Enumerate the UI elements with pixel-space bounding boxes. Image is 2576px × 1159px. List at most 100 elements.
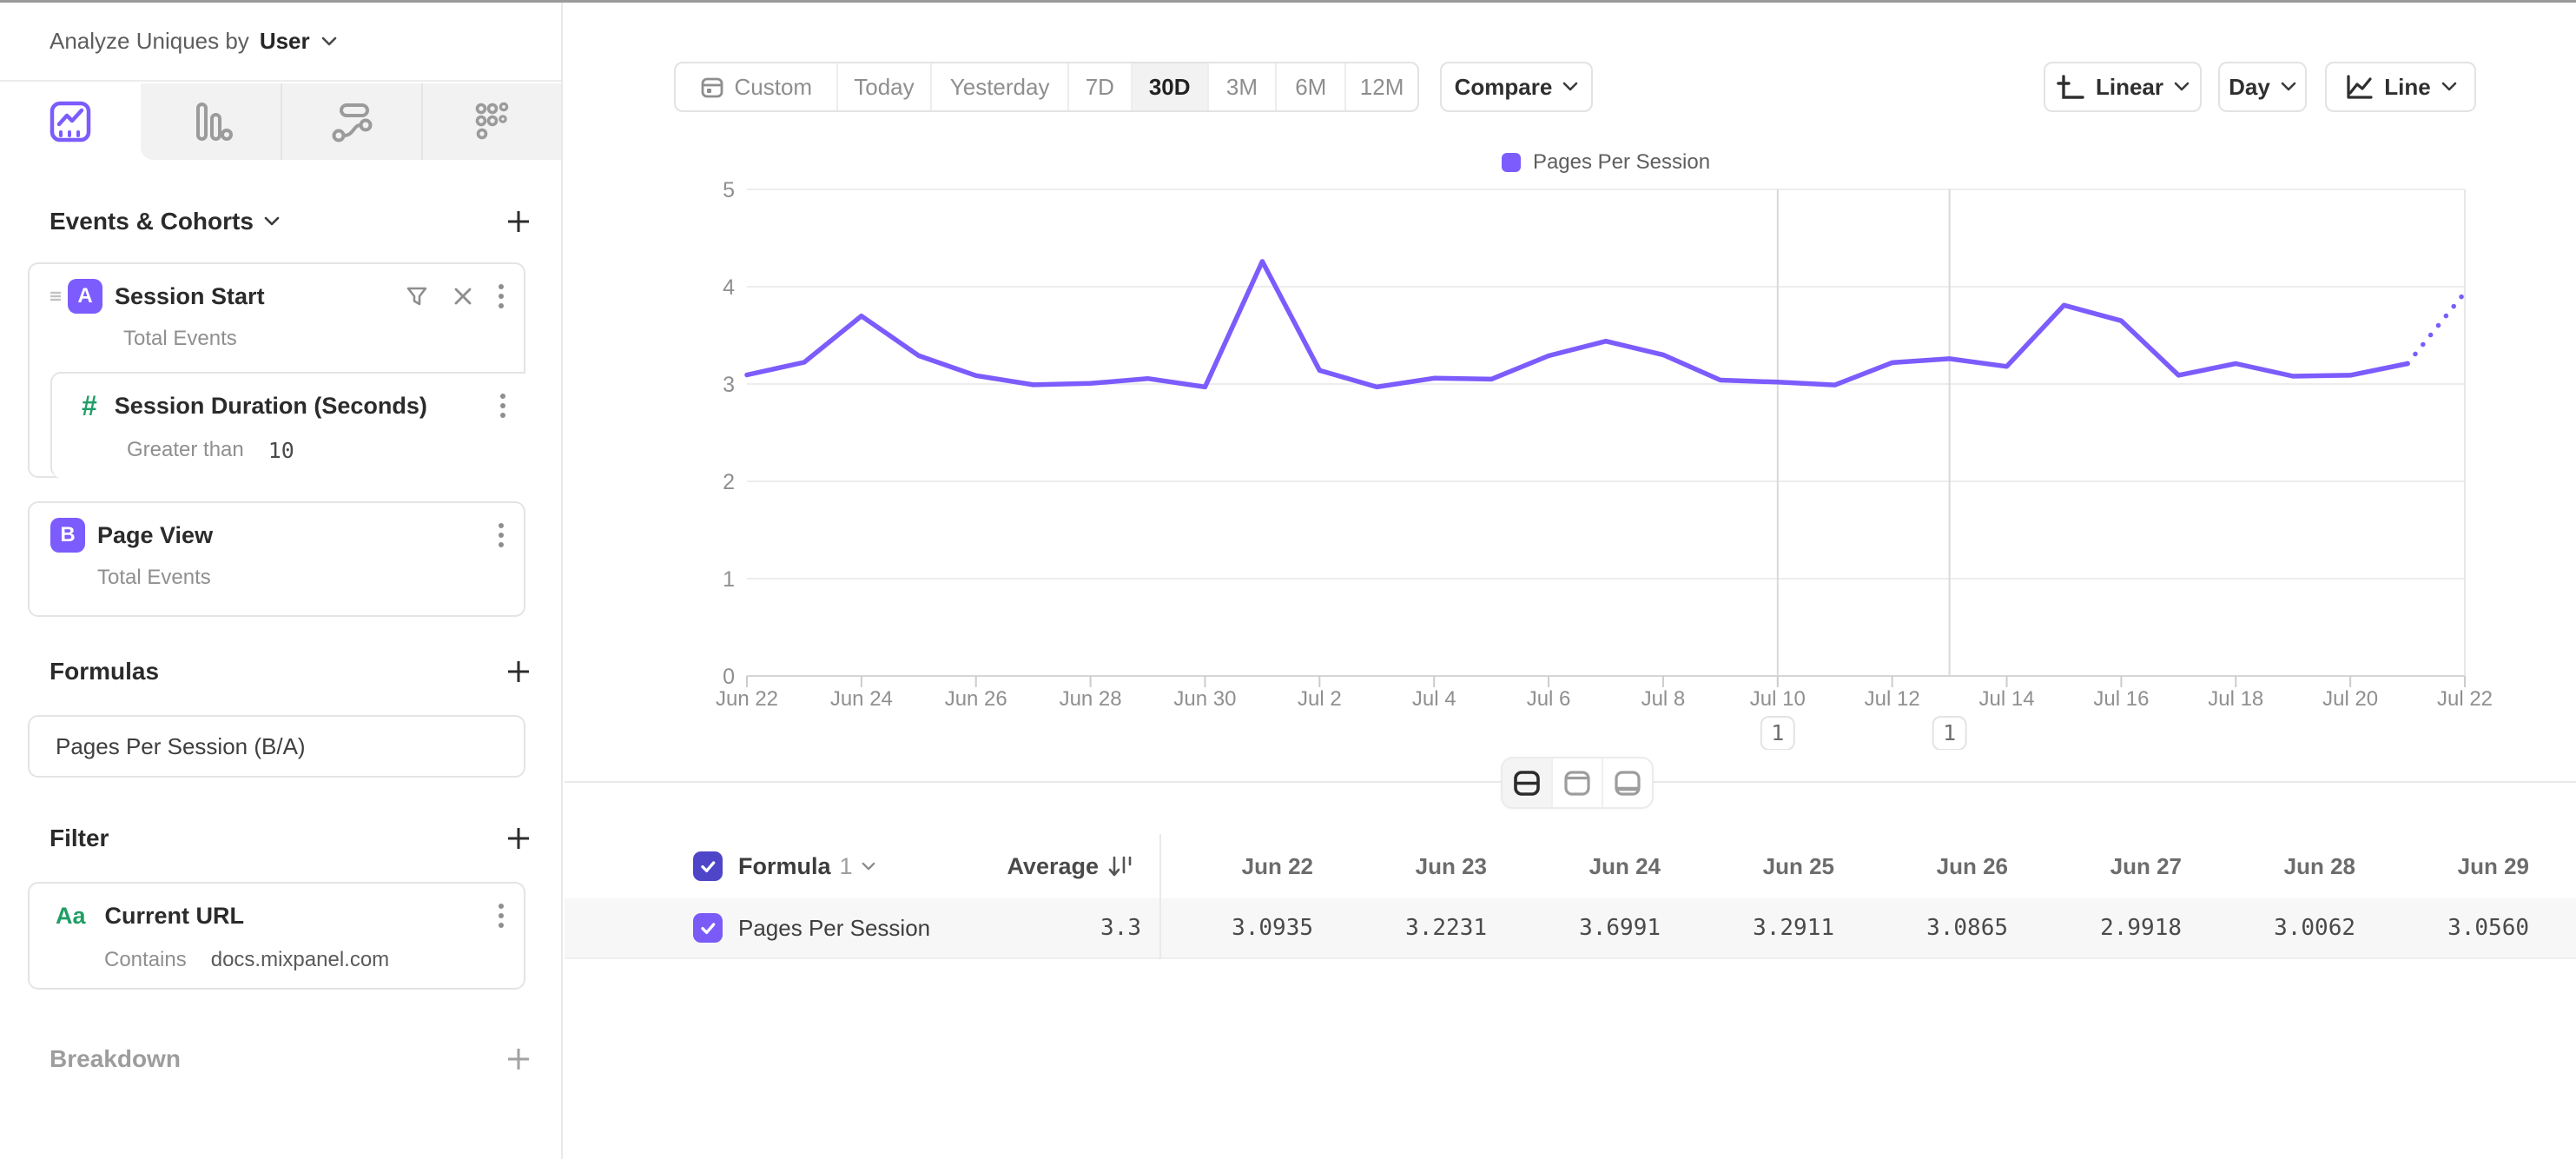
event-letter-badge: A <box>68 279 102 314</box>
date-column-header[interactable]: Jun 28 <box>2199 834 2355 898</box>
chart-type-dropdown[interactable]: Line <box>2325 62 2476 112</box>
event-letter-badge: B <box>50 518 85 553</box>
add-event-button[interactable] <box>505 209 532 235</box>
string-property-icon: Aa <box>56 903 86 930</box>
range-label: 12M <box>1360 74 1404 101</box>
operator-label[interactable]: Greater than <box>127 438 244 462</box>
event-name[interactable]: Page View <box>97 522 213 549</box>
row-series-label[interactable]: Pages Per Session <box>738 898 930 957</box>
calendar-icon <box>699 74 725 100</box>
line-chart[interactable]: 11012345Jun 22Jun 24Jun 26Jun 28Jun 30Ju… <box>565 133 2576 750</box>
analyze-label: Analyze Uniques by <box>50 28 249 55</box>
event-metric[interactable]: Total Events <box>97 566 211 590</box>
filter-title: Filter <box>50 825 109 852</box>
property-filter-card-session-duration[interactable]: # Session Duration (Seconds) Greater tha… <box>50 372 525 478</box>
event-card-page-view[interactable]: B Page View Total Events <box>28 501 525 617</box>
row-checkbox[interactable] <box>693 913 723 943</box>
range-label: Custom <box>734 74 812 101</box>
range-12m[interactable]: 12M <box>1346 63 1417 110</box>
range-label: 6M <box>1295 74 1326 101</box>
tab-flows[interactable] <box>281 83 421 160</box>
date-column-header[interactable]: Jun 29 <box>2373 834 2529 898</box>
analyze-value-dropdown[interactable]: User <box>260 28 310 55</box>
property-name[interactable]: Session Duration (Seconds) <box>115 393 427 420</box>
data-cell: 3.6991 <box>1504 898 1661 957</box>
range-6m[interactable]: 6M <box>1277 63 1346 110</box>
formula-card[interactable]: Pages Per Session (B/A) <box>28 715 525 778</box>
select-all-checkbox[interactable] <box>693 851 723 881</box>
svg-text:Jul 20: Jul 20 <box>2322 687 2378 711</box>
range-custom[interactable]: Custom <box>676 63 838 110</box>
tab-retention[interactable] <box>421 83 562 160</box>
interval-dropdown[interactable]: Day <box>2218 62 2307 112</box>
formula-name[interactable]: Pages Per Session (B/A) <box>56 733 306 760</box>
view-layout-toggle <box>1501 757 1654 809</box>
chevron-down-icon[interactable] <box>320 36 338 48</box>
date-column-header[interactable]: Jun 22 <box>1157 834 1313 898</box>
event-metric-row[interactable]: Total Events <box>30 562 524 593</box>
date-column-header[interactable]: Jun 25 <box>1678 834 1834 898</box>
kebab-menu-icon[interactable] <box>498 282 505 310</box>
range-30d[interactable]: 30D <box>1133 63 1209 110</box>
table-data-row[interactable]: Pages Per Session 3.3 3.0935 3.2231 3.69… <box>565 898 2576 959</box>
range-3m[interactable]: 3M <box>1209 63 1278 110</box>
tab-funnels[interactable] <box>141 83 281 160</box>
filter-property-name[interactable]: Current URL <box>105 903 245 930</box>
formula-header-number: 1 <box>840 853 853 880</box>
average-header-label: Average <box>1007 853 1099 880</box>
event-metric[interactable]: Total Events <box>123 327 237 351</box>
date-column-header[interactable]: Jun 24 <box>1504 834 1661 898</box>
series-line[interactable] <box>747 262 2408 387</box>
svg-text:Jul 8: Jul 8 <box>1641 687 1686 711</box>
flows-icon <box>327 97 376 146</box>
range-yesterday[interactable]: Yesterday <box>932 63 1069 110</box>
number-property-icon: # <box>82 390 97 422</box>
property-operator-row: Greater than 10 <box>52 434 525 466</box>
range-today[interactable]: Today <box>838 63 933 110</box>
formula-header-label: Formula <box>738 853 831 880</box>
svg-text:Jun 26: Jun 26 <box>945 687 1007 711</box>
drag-handle-icon[interactable] <box>49 289 63 303</box>
operator-value[interactable]: 10 <box>268 438 294 463</box>
operator-label[interactable]: Contains <box>104 948 187 972</box>
svg-text:1: 1 <box>1943 720 1956 745</box>
event-row: B Page View <box>30 513 524 557</box>
filter-funnel-icon[interactable] <box>406 285 428 308</box>
svg-text:3: 3 <box>723 373 735 397</box>
data-cell: 3.2911 <box>1678 898 1834 957</box>
sort-descending-icon[interactable] <box>1106 853 1133 879</box>
date-column-header[interactable]: Jun 26 <box>1852 834 2008 898</box>
filter-card-current-url[interactable]: Aa Current URL Contains docs.mixpanel.co… <box>28 882 525 990</box>
filter-row: Aa Current URL <box>30 894 524 937</box>
range-7d[interactable]: 7D <box>1069 63 1133 110</box>
svg-text:5: 5 <box>723 178 735 202</box>
range-label: 30D <box>1149 74 1191 101</box>
query-builder-sidebar: Analyze Uniques by User <box>0 3 563 1159</box>
date-column-header[interactable]: Jun 27 <box>2025 834 2182 898</box>
kebab-menu-icon[interactable] <box>498 521 505 549</box>
data-cell: 3.2231 <box>1331 898 1487 957</box>
svg-text:1: 1 <box>723 567 735 592</box>
kebab-menu-icon[interactable] <box>498 902 505 930</box>
event-metric-row[interactable]: Total Events <box>30 323 524 354</box>
kebab-menu-icon[interactable] <box>499 392 506 420</box>
table-only-view-button[interactable] <box>1603 758 1652 807</box>
split-view-button[interactable] <box>1503 758 1553 807</box>
add-breakdown-button[interactable] <box>505 1046 532 1072</box>
tab-insights[interactable] <box>0 83 141 160</box>
chevron-down-icon[interactable] <box>264 216 280 227</box>
svg-text:Jul 10: Jul 10 <box>1750 687 1806 711</box>
svg-text:0: 0 <box>723 665 735 689</box>
formula-column-header[interactable]: Formula 1 <box>738 834 875 898</box>
operator-value[interactable]: docs.mixpanel.com <box>211 948 389 972</box>
close-icon[interactable] <box>452 286 473 307</box>
scale-dropdown[interactable]: Linear <box>2044 62 2202 112</box>
add-filter-button[interactable] <box>505 825 532 851</box>
compare-button[interactable]: Compare <box>1440 62 1593 112</box>
average-column-header[interactable]: Average <box>877 834 1099 898</box>
add-formula-button[interactable] <box>505 659 532 685</box>
date-column-header[interactable]: Jun 23 <box>1331 834 1487 898</box>
chart-only-view-button[interactable] <box>1553 758 1603 807</box>
event-name[interactable]: Session Start <box>115 283 265 310</box>
event-card-session-start[interactable]: A Session Start Total Events <box>28 262 525 478</box>
